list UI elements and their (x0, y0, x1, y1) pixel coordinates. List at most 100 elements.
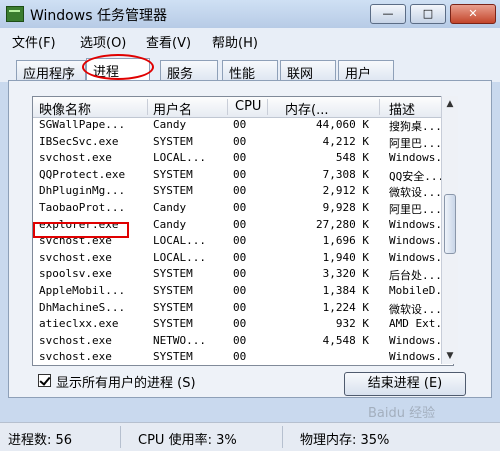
row-user-name: NETWO... (153, 333, 206, 347)
window-title: Windows 任务管理器 (30, 8, 167, 24)
row-image-name: svchost.exe (39, 333, 112, 347)
end-process-button[interactable]: 结束进程 (E) (344, 372, 466, 396)
row-memory: 7,308 K (322, 167, 369, 181)
process-row[interactable]: DhPluginMg... SYSTEM 00 2,912 K 微软设... (33, 183, 453, 200)
process-row[interactable]: IBSecSvc.exe SYSTEM 00 4,212 K 阿里巴... (33, 134, 453, 151)
row-cpu: 00 (233, 151, 247, 165)
process-row[interactable]: spoolsv.exe SYSTEM 00 3,320 K 后台处... (33, 266, 453, 283)
row-image-name: SGWallPape... (39, 118, 126, 131)
row-memory: 3,320 K (322, 267, 369, 281)
row-cpu: 00 (233, 217, 247, 231)
row-user-name: SYSTEM (153, 350, 193, 364)
row-memory: 2,912 K (322, 184, 369, 198)
menu-options[interactable]: 选项(O) (80, 32, 126, 51)
process-row[interactable]: SGWallPape... Candy 00 44,060 K 搜狗桌... (33, 117, 453, 134)
column-divider[interactable] (147, 99, 148, 115)
row-memory: 1,384 K (322, 284, 369, 297)
menu-bar: 文件(F) 选项(O) 查看(V) 帮助(H) (0, 28, 500, 52)
process-row[interactable]: QQProtect.exe SYSTEM 00 7,308 K QQ安全... (33, 167, 453, 184)
column-divider[interactable] (227, 99, 228, 115)
process-row[interactable]: svchost.exe NETWO... 00 4,548 K Windows... (33, 333, 453, 350)
column-divider[interactable] (379, 99, 380, 115)
row-description: 阿里巴... (389, 203, 442, 216)
row-image-name: atieclxx.exe (39, 317, 119, 331)
process-list-header: 映像名称 用户名 CPU 内存(... 描述 (33, 97, 453, 118)
menu-file[interactable]: 文件(F) (12, 32, 56, 51)
row-cpu: 00 (233, 284, 247, 297)
scrollbar-thumb[interactable] (444, 194, 456, 254)
row-user-name: LOCAL... (153, 234, 206, 248)
row-description: 搜狗桌... (389, 120, 442, 133)
title-bar[interactable]: Windows 任务管理器 — □ ✕ (0, 0, 500, 28)
tab-users[interactable]: 用户 (338, 60, 394, 82)
row-image-name: QQProtect.exe (39, 167, 126, 181)
scroll-down-arrow-icon[interactable]: ▼ (442, 348, 458, 364)
tab-performance[interactable]: 性能 (222, 60, 278, 82)
process-row[interactable]: AppleMobil... SYSTEM 00 1,384 K MobileD... (33, 283, 453, 300)
tab-strip: 应用程序 进程 服务 性能 联网 用户 (0, 52, 500, 82)
menu-help[interactable]: 帮助(H) (212, 32, 258, 51)
close-button[interactable]: ✕ (450, 4, 496, 24)
tab-applications[interactable]: 应用程序 (16, 60, 86, 82)
column-divider[interactable] (267, 99, 268, 115)
row-cpu: 00 (233, 118, 247, 131)
row-user-name: Candy (153, 118, 187, 131)
row-image-name: svchost.exe (39, 151, 112, 165)
row-user-name: SYSTEM (153, 134, 193, 148)
process-row[interactable]: atieclxx.exe SYSTEM 00 932 K AMD Ext... (33, 316, 453, 333)
column-user-name[interactable]: 用户名 (153, 99, 192, 118)
highlight-box (33, 222, 129, 238)
row-cpu: 00 (233, 317, 247, 331)
vertical-scrollbar[interactable]: ▲ ▼ (441, 96, 458, 364)
row-cpu: 00 (233, 184, 247, 198)
status-divider (120, 426, 121, 448)
row-memory: 1,224 K (322, 300, 369, 314)
tab-services[interactable]: 服务 (160, 60, 218, 82)
row-image-name: TaobaoProt... (39, 201, 126, 214)
tab-networking[interactable]: 联网 (280, 60, 336, 82)
annotation-circle (82, 54, 154, 80)
process-row[interactable]: DhMachineS... SYSTEM 00 1,224 K 微软设... (33, 300, 453, 317)
row-image-name: svchost.exe (39, 250, 112, 264)
row-user-name: SYSTEM (153, 317, 193, 331)
row-memory: 932 K (335, 317, 369, 331)
row-memory: 1,696 K (322, 234, 369, 248)
column-image-name[interactable]: 映像名称 (39, 99, 91, 118)
row-description: 阿里巴... (389, 136, 442, 150)
row-cpu: 00 (233, 134, 247, 148)
row-cpu: 00 (233, 250, 247, 264)
row-memory: 9,928 K (322, 201, 369, 214)
scroll-up-arrow-icon[interactable]: ▲ (442, 96, 458, 112)
row-cpu: 00 (233, 267, 247, 281)
row-description: 后台处... (389, 269, 442, 283)
row-user-name: Candy (153, 201, 187, 214)
process-row[interactable]: svchost.exe LOCAL... 00 1,940 K Windows... (33, 250, 453, 267)
row-user-name: SYSTEM (153, 284, 193, 297)
row-cpu: 00 (233, 167, 247, 181)
column-description[interactable]: 描述 (389, 99, 415, 118)
row-cpu: 00 (233, 350, 247, 364)
row-user-name: SYSTEM (153, 267, 193, 281)
show-all-users-checkbox[interactable] (38, 374, 51, 387)
row-cpu: 00 (233, 300, 247, 314)
row-memory: 548 K (335, 151, 369, 165)
minimize-button[interactable]: — (370, 4, 406, 24)
row-user-name: LOCAL... (153, 250, 206, 264)
menu-view[interactable]: 查看(V) (146, 32, 191, 51)
column-cpu[interactable]: CPU (235, 99, 261, 114)
process-row[interactable]: TaobaoProt... Candy 00 9,928 K 阿里巴... (33, 200, 453, 217)
process-row[interactable]: svchost.exe SYSTEM 00 Windows... (33, 349, 453, 365)
row-memory: 4,548 K (322, 333, 369, 347)
row-memory: 44,060 K (316, 118, 369, 131)
row-user-name: LOCAL... (153, 151, 206, 165)
watermark: Baidu 经验 (368, 406, 436, 421)
row-user-name: SYSTEM (153, 300, 193, 314)
column-memory[interactable]: 内存(... (285, 99, 328, 118)
maximize-button[interactable]: □ (410, 4, 446, 24)
row-memory: 27,280 K (316, 217, 369, 231)
process-row[interactable]: svchost.exe LOCAL... 00 548 K Windows... (33, 150, 453, 167)
row-image-name: DhPluginMg... (39, 184, 126, 198)
row-image-name: IBSecSvc.exe (39, 134, 119, 148)
show-all-users-label[interactable]: 显示所有用户的进程 (S) (56, 372, 196, 391)
row-description: 微软设... (389, 302, 442, 316)
